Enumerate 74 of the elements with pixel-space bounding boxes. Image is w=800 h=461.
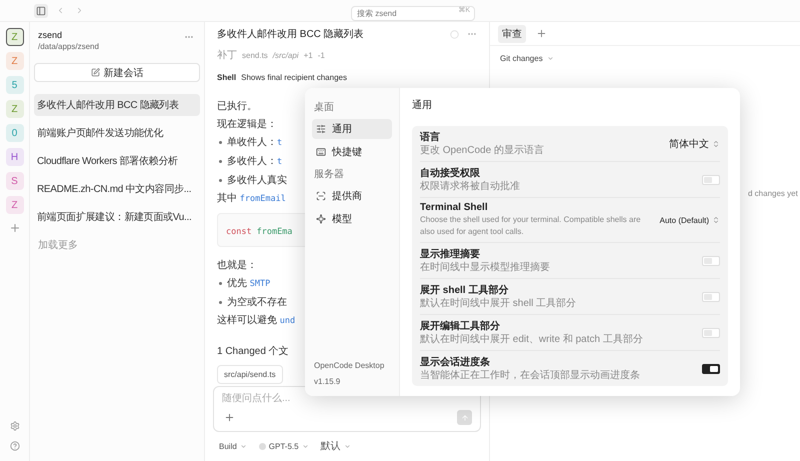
arrow-up-icon [460, 414, 468, 422]
edit-icon [90, 68, 100, 77]
bullet-item: 多收件人：t [217, 154, 282, 170]
patch-label: 补丁 [217, 48, 237, 62]
bullet-item: 优先 SMTP [217, 276, 270, 292]
file-chip[interactable]: src/api/send.ts [217, 365, 283, 384]
select-dropdown[interactable]: Auto (Default) [660, 216, 720, 224]
nav-item[interactable]: 提供商 [312, 186, 392, 206]
nav-item[interactable]: 通用 [312, 119, 392, 139]
session-item[interactable]: 前端账户页邮件发送功能优化 [34, 122, 200, 144]
chevron-down-icon [240, 442, 247, 450]
setting-description: 默认在时间线中展开 shell 工具部分 [420, 298, 576, 310]
updown-icon [712, 140, 720, 148]
chevron-down-icon [302, 442, 309, 450]
toggle-switch[interactable] [702, 364, 720, 374]
setting-title: 展开编辑工具部分 [420, 320, 501, 333]
nav-item[interactable]: 快捷键 [312, 142, 392, 162]
message-text: 已执行。 [217, 100, 257, 114]
tool-label: Shell [217, 73, 236, 82]
setting-title: 自动接受权限 [420, 166, 481, 180]
sparkle-icon [316, 214, 326, 224]
message-text: 也就是： [217, 258, 257, 273]
nav-section-label: 桌面 [314, 100, 335, 114]
version-text: v1.15.9 [314, 376, 342, 388]
added-count: +1 [304, 51, 313, 60]
chevron-down-icon [344, 442, 351, 450]
session-item[interactable]: Cloudflare Workers 部署依赖分析 [34, 150, 200, 172]
help-icon[interactable] [8, 439, 22, 453]
project-name: zsend [38, 30, 64, 40]
footer-dropdown[interactable]: Build [219, 442, 247, 450]
bullet-item: 多收件人真实 [217, 173, 287, 188]
footer-dropdown[interactable]: GPT-5.5 [258, 442, 309, 450]
bullet-item: 为空或不存在 [217, 295, 287, 310]
setting-description: 默认在时间线中展开 edit、write 和 patch 工具部分 [420, 334, 643, 346]
project-path: /data/apps/zsend [38, 42, 99, 51]
chevron-down-icon [546, 55, 554, 62]
project-button[interactable]: H [6, 148, 24, 166]
setting-title: 语言 [420, 130, 441, 144]
session-item[interactable]: 前端页面扩展建议：新建页面或Vu... [34, 206, 200, 228]
file-path: /src/api [272, 51, 299, 60]
chat-title: 多收件人邮件改用 BCC 隐藏列表 [217, 28, 364, 41]
session-item[interactable]: README.zh-CN.md 中文内容同步... [34, 178, 200, 200]
setting-title: 显示推理摘要 [420, 247, 481, 261]
empty-message: d changes yet [748, 189, 799, 198]
session-item[interactable]: 多收件人邮件改用 BCC 隐藏列表 [34, 94, 200, 116]
message-text: 其中 fromEmail [217, 192, 286, 206]
select-dropdown[interactable]: 简体中文 [669, 136, 720, 150]
setting-title: 展开 shell 工具部分 [420, 284, 510, 297]
setting-description: 更改 OpenCode 的显示语言 [420, 145, 544, 157]
sliders-icon [316, 124, 326, 134]
tool-description: Shows final recipient changes [241, 73, 347, 82]
setting-title: Terminal Shell [420, 202, 489, 213]
footer-dropdown[interactable]: 默认 [320, 439, 351, 453]
updown-icon [712, 216, 720, 224]
app-name: OpenCode Desktop [314, 360, 386, 372]
frame-icon [316, 191, 326, 201]
setting-description: 在时间线中显示模型推理摘要 [420, 262, 550, 274]
bullet-item: 单收件人：t [217, 135, 282, 151]
review-tab[interactable]: 审查 [498, 24, 526, 42]
message-text: 现在逻辑是： [217, 118, 277, 132]
source-dropdown[interactable]: Git changes [490, 46, 564, 71]
setting-description: 权限请求将被自动批准 [420, 181, 520, 193]
sidebar-toggle-icon[interactable] [34, 4, 48, 18]
settings-title: 通用 [412, 98, 433, 112]
file-name: send.ts [242, 51, 268, 60]
setting-description: 当智能体正在工作时，在会话顶部显示动画进度条 [420, 370, 640, 382]
nav-section-label: 服务器 [314, 168, 345, 181]
new-session-button[interactable]: 新建会话 [34, 63, 200, 82]
setting-title: 显示会话进度条 [420, 355, 491, 369]
status-icon [450, 30, 459, 38]
keyboard-icon [316, 147, 326, 157]
changes-heading: 1 Changed 个文 [217, 344, 290, 358]
message-text: 这样可以避免 und [217, 314, 296, 328]
removed-count: -1 [318, 51, 325, 60]
